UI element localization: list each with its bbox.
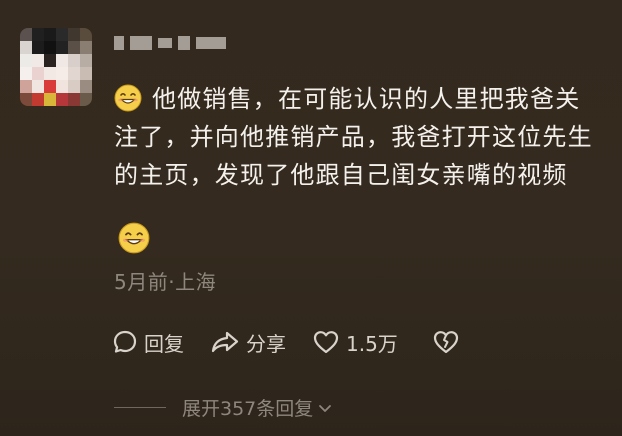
chevron-down-icon bbox=[319, 404, 332, 412]
expand-replies-label: 展开357条回复 bbox=[182, 398, 314, 420]
like-button[interactable]: 1.5万 bbox=[312, 328, 398, 357]
smile-emoji-icon bbox=[118, 222, 150, 254]
divider-line bbox=[114, 407, 166, 408]
comment-actions: 回复 分享 1.5万 bbox=[112, 326, 460, 358]
share-button[interactable]: 分享 bbox=[210, 328, 286, 357]
expand-replies-button[interactable]: 展开357条回复 bbox=[114, 394, 333, 421]
share-label: 分享 bbox=[246, 331, 286, 356]
broken-heart-icon bbox=[433, 331, 458, 354]
username-blurred[interactable] bbox=[114, 32, 226, 54]
comment-time-location: 5月前·上海 bbox=[114, 270, 217, 294]
smile-emoji-icon bbox=[114, 84, 142, 112]
reply-label: 回复 bbox=[144, 331, 184, 356]
share-arrow-icon bbox=[211, 331, 239, 353]
comment-line-3: 的主页，发现了他跟自己闺女亲嘴的视频 bbox=[114, 161, 568, 189]
reply-button[interactable]: 回复 bbox=[112, 328, 184, 357]
avatar[interactable] bbox=[20, 28, 92, 106]
like-count: 1.5万 bbox=[346, 331, 398, 356]
heart-icon bbox=[313, 331, 339, 354]
dislike-button[interactable] bbox=[432, 329, 460, 355]
comment-line-2: 注了，并向他推销产品，我爸打开这位先生 bbox=[114, 123, 593, 151]
comment-line-1: 他做销售，在可能认识的人里把我爸关 bbox=[114, 80, 614, 118]
comment-bubble-icon bbox=[113, 330, 137, 353]
comment-text: 他做销售，在可能认识的人里把我爸关 注了，并向他推销产品，我爸打开这位先生 的主… bbox=[114, 80, 614, 194]
